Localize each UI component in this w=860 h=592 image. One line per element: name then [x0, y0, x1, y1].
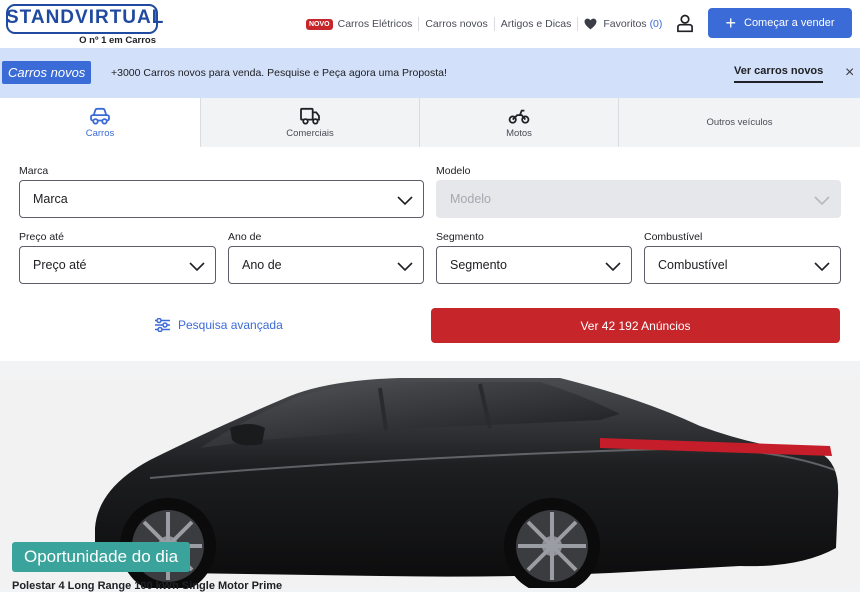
ano-select[interactable]: Ano de [228, 246, 424, 284]
tab-carros[interactable]: Carros [0, 98, 201, 147]
modelo-value: Modelo [450, 192, 491, 206]
combustivel-value: Combustível [658, 258, 728, 272]
advanced-search-label: Pesquisa avançada [178, 318, 283, 332]
chevron-down-icon [397, 262, 413, 272]
heart-icon [584, 18, 597, 30]
logo-tagline: O nº 1 em Carros [79, 35, 156, 46]
car-listing-title[interactable]: Polestar 4 Long Range 100 kWh Single Mot… [12, 580, 282, 592]
nav-divider [493, 17, 495, 31]
nav-link-carros-novos[interactable]: Carros novos [425, 18, 487, 30]
close-icon[interactable]: × [845, 65, 854, 81]
filter-sliders-icon [155, 318, 170, 332]
tab-comerciais[interactable]: Comerciais [201, 98, 420, 147]
view-listings-button[interactable]: Ver 42 192 Anúncios [431, 308, 840, 343]
chevron-down-icon [605, 262, 621, 272]
motorcycle-icon [508, 109, 530, 124]
truck-icon [300, 107, 320, 125]
car-icon [90, 107, 110, 125]
favorites-label: Favoritos [603, 18, 647, 30]
nav-divider [577, 17, 579, 31]
tab-motos[interactable]: Motos [420, 98, 619, 147]
favorites-count: (0) [649, 18, 663, 30]
chevron-down-icon [397, 196, 413, 206]
tab-label: Outros veículos [706, 117, 773, 128]
marca-label: Marca [19, 165, 49, 177]
banner-link-ver-carros-novos[interactable]: Ver carros novos [734, 65, 824, 83]
nav-divider [418, 17, 420, 31]
tab-label: Carros [85, 127, 115, 139]
preco-value: Preço até [33, 258, 87, 272]
chevron-down-icon [814, 196, 830, 206]
banner-text: +3000 Carros novos para venda. Pesquise … [111, 67, 447, 79]
combustivel-select[interactable]: Combustível [644, 246, 841, 284]
marca-select[interactable]: Marca [19, 180, 424, 218]
site-header: STANDVIRTUAL O nº 1 em Carros NOVO Carro… [0, 0, 860, 48]
preco-label: Preço até [19, 231, 64, 243]
ano-label: Ano de [228, 231, 262, 243]
start-selling-button[interactable]: + Começar a vender [708, 8, 852, 38]
segmento-label: Segmento [436, 231, 484, 243]
modelo-label: Modelo [436, 165, 471, 177]
user-icon[interactable] [675, 13, 695, 33]
nav-link-artigos-dicas[interactable]: Artigos e Dicas [501, 18, 572, 30]
deal-of-the-day-badge: Oportunidade do dia [12, 542, 191, 572]
preco-select[interactable]: Preço até [19, 246, 216, 284]
new-cars-banner: Carros novos +3000 Carros novos para ven… [0, 48, 860, 98]
segmento-select[interactable]: Segmento [436, 246, 632, 284]
top-nav: NOVO Carros Elétricos Carros novos Artig… [306, 16, 662, 32]
plus-icon: + [725, 13, 736, 33]
nav-link-carros-eletricos[interactable]: Carros Elétricos [338, 18, 413, 30]
logo-wordmark: STANDVIRTUAL [6, 7, 165, 28]
banner-badge: Carros novos [2, 61, 92, 84]
tab-label: Comerciais [286, 127, 334, 139]
vehicle-category-tabs: Carros Comerciais Motos Outros veículos [0, 98, 860, 147]
segmento-value: Segmento [450, 258, 507, 272]
novo-badge: NOVO [306, 18, 333, 30]
combustivel-label: Combustível [644, 231, 703, 243]
tab-outros-veiculos[interactable]: Outros veículos [619, 98, 860, 147]
tab-label: Motos [506, 127, 532, 139]
favorites-link[interactable]: Favoritos (0) [584, 18, 662, 30]
chevron-down-icon [814, 262, 830, 272]
chevron-down-icon [189, 262, 205, 272]
modelo-select[interactable]: Modelo [436, 180, 841, 218]
advanced-search-link[interactable]: Pesquisa avançada [154, 318, 283, 332]
marca-value: Marca [33, 192, 68, 206]
start-selling-label: Começar a vender [744, 17, 835, 29]
standvirtual-logo[interactable]: STANDVIRTUAL O nº 1 em Carros [6, 4, 165, 46]
ano-value: Ano de [242, 258, 282, 272]
